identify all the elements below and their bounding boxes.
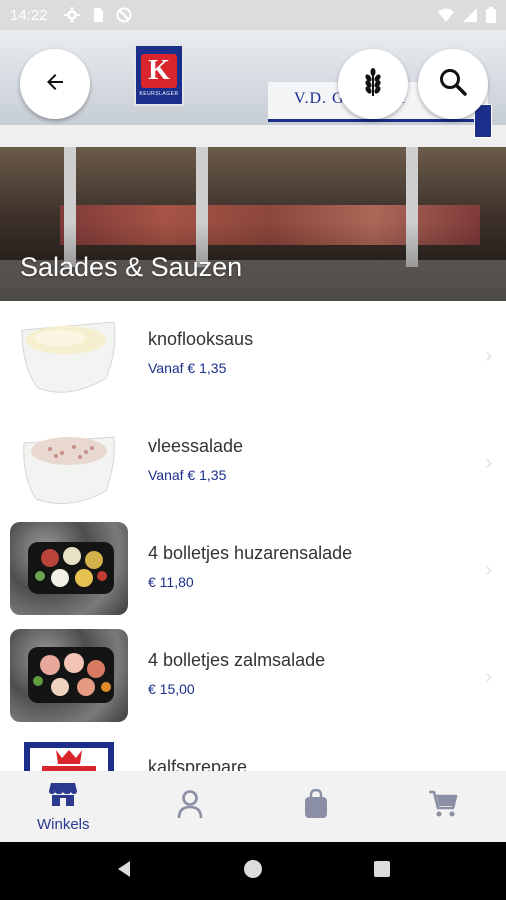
wifi-icon <box>438 7 454 23</box>
allergen-filter-button[interactable] <box>338 49 408 119</box>
store-logo-sign: K KEURSLAGER <box>134 44 184 106</box>
page-title: Salades & Sauzen <box>20 252 243 282</box>
system-home-icon[interactable] <box>243 859 263 884</box>
list-item[interactable]: 4 bolletjes huzarensalade € 11,80 › <box>0 515 506 622</box>
store-hero-image: K KEURSLAGER V.D. G aardage Salades & Sa… <box>0 30 506 301</box>
wheat-icon <box>360 67 386 102</box>
shopping-bag-icon <box>304 788 328 824</box>
bottom-navigation: Winkels <box>0 771 506 842</box>
back-arrow-icon <box>43 70 67 99</box>
battery-icon <box>486 7 496 23</box>
product-name: 4 bolletjes huzarensalade <box>148 543 353 563</box>
status-time: 14:22 <box>10 6 48 24</box>
gear-icon <box>63 7 80 23</box>
search-icon <box>438 67 468 102</box>
product-image <box>10 415 128 508</box>
nav-item-winkels[interactable]: Winkels <box>3 771 123 842</box>
product-image <box>10 629 128 722</box>
person-icon <box>176 789 204 824</box>
chevron-right-icon: › <box>485 345 492 367</box>
product-price: € 15,00 <box>148 681 195 697</box>
cart-icon <box>428 790 458 823</box>
no-data-icon <box>116 7 132 23</box>
product-list[interactable]: knoflooksaus Vanaf € 1,35 › vleessalade … <box>0 301 506 771</box>
product-name: kalfsprepare <box>148 757 248 771</box>
signal-icon <box>462 7 478 23</box>
product-image <box>10 308 128 401</box>
nav-item-cart[interactable] <box>383 771 503 842</box>
chevron-right-icon: › <box>485 452 492 474</box>
status-bar: 14:22 <box>0 0 506 30</box>
nav-label-winkels: Winkels <box>36 815 90 833</box>
product-name: vleessalade <box>148 436 244 456</box>
product-price: Vanaf € 1,35 <box>148 467 227 483</box>
product-price: € 11,80 <box>148 574 194 590</box>
list-item[interactable]: kalfsprepare › <box>0 729 506 771</box>
system-back-icon[interactable] <box>114 859 134 884</box>
list-item[interactable]: 4 bolletjes zalmsalade € 15,00 › <box>0 622 506 729</box>
store-icon <box>48 781 78 812</box>
product-price: Vanaf € 1,35 <box>148 360 227 376</box>
product-name: knoflooksaus <box>148 329 254 349</box>
product-image <box>22 736 116 771</box>
product-image <box>10 522 128 615</box>
nav-item-account[interactable] <box>130 771 250 842</box>
list-item[interactable]: vleessalade Vanaf € 1,35 › <box>0 408 506 515</box>
list-item[interactable]: knoflooksaus Vanaf € 1,35 › <box>0 301 506 408</box>
product-name: 4 bolletjes zalmsalade <box>148 650 326 670</box>
nav-item-orders[interactable] <box>256 771 376 842</box>
back-button[interactable] <box>20 49 90 119</box>
search-button[interactable] <box>418 49 488 119</box>
sim-card-icon <box>90 7 106 23</box>
chevron-right-icon: › <box>485 666 492 688</box>
system-recents-icon[interactable] <box>372 859 392 884</box>
system-navigation-bar <box>0 842 506 900</box>
chevron-right-icon: › <box>485 559 492 581</box>
